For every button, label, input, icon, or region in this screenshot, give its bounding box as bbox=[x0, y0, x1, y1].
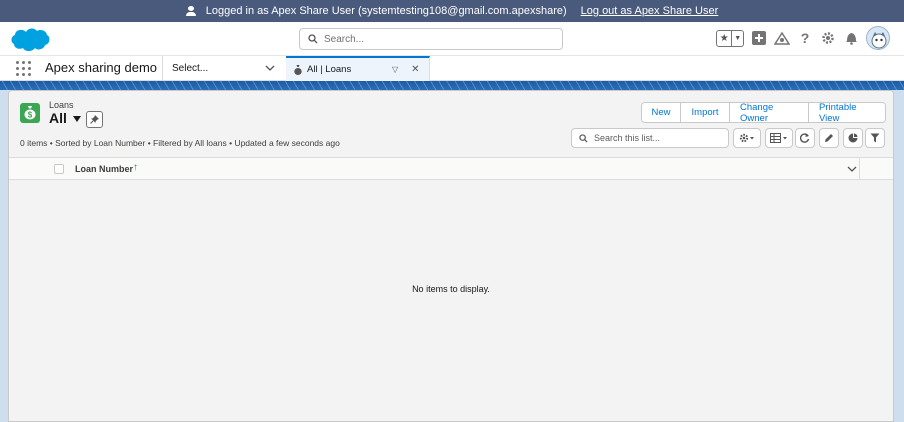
chevron-down-icon[interactable]: ▼ bbox=[732, 31, 743, 46]
tab-all-loans[interactable]: All | Loans ▽ ✕ bbox=[286, 56, 430, 81]
edit-list-button[interactable] bbox=[819, 128, 839, 148]
view-name: All bbox=[49, 110, 67, 126]
action-button-group: New Import Change Owner Printable View bbox=[641, 102, 886, 123]
add-icon[interactable] bbox=[751, 30, 767, 46]
close-icon[interactable]: ✕ bbox=[411, 64, 419, 75]
background-texture bbox=[0, 81, 904, 90]
new-button[interactable]: New bbox=[642, 103, 680, 122]
tab-label: All | Loans bbox=[307, 64, 352, 75]
caret-down-icon bbox=[72, 116, 81, 122]
list-settings-button[interactable] bbox=[733, 128, 761, 148]
pencil-icon bbox=[825, 134, 833, 142]
gear-icon[interactable] bbox=[820, 30, 836, 46]
printable-view-button[interactable]: Printable View bbox=[808, 103, 885, 122]
app-name: Apex sharing demo bbox=[45, 60, 158, 75]
chevron-down-icon[interactable] bbox=[265, 63, 275, 73]
table-header: Loan Number ↑ bbox=[9, 157, 893, 180]
change-owner-button[interactable]: Change Owner bbox=[729, 103, 808, 122]
empty-state-message: No items to display. bbox=[412, 284, 490, 294]
global-search-input[interactable] bbox=[324, 33, 544, 45]
import-button[interactable]: Import bbox=[680, 103, 729, 122]
money-bag-icon bbox=[294, 64, 302, 75]
banner-text: Logged in as Apex Share User (systemtest… bbox=[205, 5, 567, 17]
app-launcher-icon[interactable] bbox=[16, 61, 31, 76]
search-icon bbox=[579, 133, 588, 143]
logout-link[interactable]: Log out as Apex Share User bbox=[581, 5, 719, 17]
list-view-subtitle: 0 items • Sorted by Loan Number • Filter… bbox=[20, 138, 340, 148]
nav-select-label: Select... bbox=[172, 63, 209, 74]
select-all-checkbox[interactable] bbox=[54, 164, 64, 174]
svg-text:$: $ bbox=[28, 111, 33, 120]
refresh-button[interactable] bbox=[795, 128, 815, 148]
list-search[interactable] bbox=[571, 128, 729, 148]
list-view-card: $ Loans All 0 items • Sorted by Loan Num… bbox=[8, 90, 894, 422]
impersonation-banner: Logged in as Apex Share User (systemtest… bbox=[0, 0, 904, 22]
global-search[interactable] bbox=[299, 28, 563, 50]
chevron-down-icon[interactable] bbox=[847, 164, 857, 174]
star-icon: ★ bbox=[717, 30, 733, 46]
pin-button[interactable] bbox=[86, 111, 103, 128]
help-icon[interactable]: ? bbox=[797, 30, 813, 46]
avatar[interactable] bbox=[866, 26, 890, 50]
display-as-button[interactable] bbox=[765, 128, 793, 148]
list-search-input[interactable] bbox=[594, 133, 724, 143]
bell-icon[interactable] bbox=[843, 30, 859, 46]
chevron-down-icon[interactable]: ▽ bbox=[392, 65, 398, 74]
global-header: ★ ▼ ? bbox=[0, 22, 904, 56]
navigation-bar: Apex sharing demo Select... All | Loans … bbox=[0, 56, 904, 81]
trailhead-icon[interactable] bbox=[774, 30, 790, 46]
object-label: Loans bbox=[49, 100, 74, 110]
header-icons: ★ ▼ ? bbox=[716, 26, 890, 50]
column-header-loan-number[interactable]: Loan Number bbox=[75, 164, 133, 174]
nav-item-selector[interactable]: Select... bbox=[162, 56, 286, 81]
pie-chart-icon bbox=[848, 133, 858, 143]
sort-ascending-icon: ↑ bbox=[133, 162, 138, 173]
refresh-icon bbox=[800, 133, 810, 143]
favorites-button[interactable]: ★ ▼ bbox=[716, 29, 744, 47]
pin-icon bbox=[90, 115, 99, 124]
gear-icon bbox=[739, 133, 754, 143]
filters-button[interactable] bbox=[865, 128, 885, 148]
charts-button[interactable] bbox=[843, 128, 863, 148]
filter-icon bbox=[870, 133, 880, 143]
search-icon bbox=[308, 34, 318, 44]
user-icon bbox=[185, 6, 196, 16]
list-view-header: $ Loans All 0 items • Sorted by Loan Num… bbox=[9, 91, 893, 157]
loan-object-icon: $ bbox=[20, 103, 40, 123]
column-divider bbox=[859, 158, 860, 180]
salesforce-logo[interactable] bbox=[10, 27, 50, 53]
list-view-selector[interactable]: All bbox=[49, 110, 81, 126]
table-icon bbox=[770, 133, 787, 143]
